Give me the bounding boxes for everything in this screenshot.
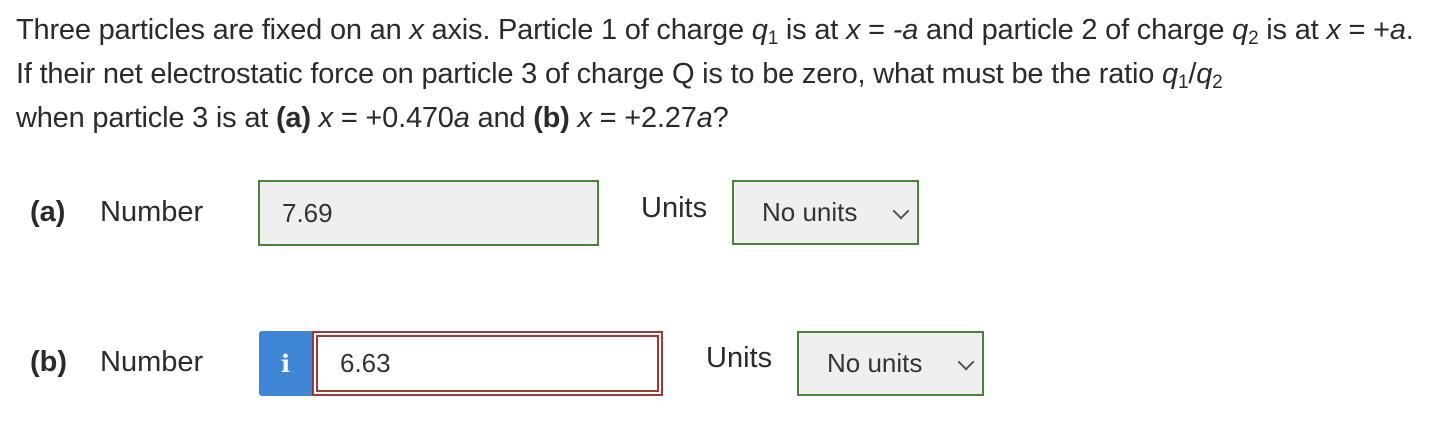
part-a-answer-input[interactable]: 7.69 bbox=[258, 180, 599, 246]
part-b-label: (b) bbox=[30, 346, 68, 378]
info-icon-button[interactable]: i bbox=[259, 331, 312, 396]
part-a-units-value: No units bbox=[762, 197, 858, 227]
part-b-answer-input[interactable]: 6.63 bbox=[312, 331, 663, 396]
part-b-units-label: Units bbox=[706, 342, 773, 374]
question-text: Three particles are fixed on an x axis. … bbox=[16, 14, 1414, 134]
part-b-units-value: No units bbox=[827, 348, 923, 378]
chevron-down-icon bbox=[957, 353, 975, 370]
part-a-units-label: Units bbox=[641, 192, 708, 224]
part-b-answer-value: 6.63 bbox=[340, 348, 391, 378]
part-a-label: (a) bbox=[30, 196, 66, 228]
info-icon: i bbox=[280, 349, 291, 378]
part-b-units-select[interactable]: No units bbox=[797, 331, 984, 396]
part-a-answer-value: 7.69 bbox=[282, 197, 333, 228]
part-a-number-label: Number bbox=[100, 196, 204, 228]
part-a-units-select[interactable]: No units bbox=[732, 180, 919, 245]
part-b-number-label: Number bbox=[100, 346, 204, 378]
chevron-down-icon bbox=[892, 202, 910, 219]
